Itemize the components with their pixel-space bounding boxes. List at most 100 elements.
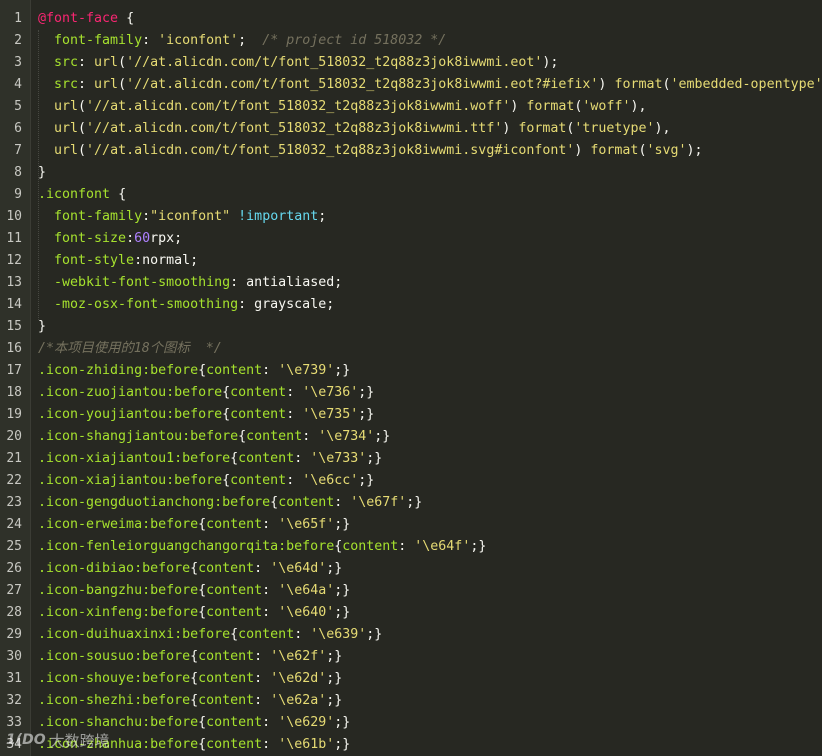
code-line[interactable]: 25 .icon-fenleiorguangchangorqita:before{… xyxy=(0,536,822,558)
code-line[interactable]: 30 .icon-sousuo:before{content: '\e62f';} xyxy=(0,646,822,668)
code-token: { xyxy=(238,429,247,444)
code-token: ;} xyxy=(334,517,351,532)
code-token: : xyxy=(126,231,135,246)
code-line[interactable]: 5 url('//at.alicdn.com/t/font_518032_t2q… xyxy=(0,96,822,118)
code-line[interactable]: 28 .icon-xinfeng:before{content: '\e640';… xyxy=(0,602,822,624)
code-token: ;} xyxy=(334,605,351,620)
code-line[interactable]: 16 /*本项目使用的18个图标 */ xyxy=(0,338,822,360)
line-number: 14 xyxy=(6,297,22,312)
code-line[interactable]: 10 font-family:"iconfont" !important; xyxy=(0,206,822,228)
code-token: : antialiased; xyxy=(230,275,343,290)
code-line[interactable]: 22 .icon-xiajiantou:before{content: '\e6c… xyxy=(0,470,822,492)
line-number: 22 xyxy=(6,473,22,488)
code-token: ;} xyxy=(470,539,487,554)
code-line[interactable]: 14 -moz-osx-font-smoothing: grayscale; xyxy=(0,294,822,316)
line-code: } xyxy=(38,316,46,338)
code-token: : xyxy=(286,385,303,400)
code-token: '\e62d' xyxy=(270,671,327,686)
code-line[interactable]: 12 font-style:normal; xyxy=(0,250,822,272)
watermark: 1(DO 大数跨境 xyxy=(6,728,110,752)
code-token: .icon-zuojiantou:before xyxy=(38,385,223,400)
code-token: content xyxy=(206,715,263,730)
code-token: { xyxy=(198,737,207,752)
code-line[interactable]: 3 src: url('//at.alicdn.com/t/font_51803… xyxy=(0,52,822,74)
code-line[interactable]: 31 .icon-shouye:before{content: '\e62d';} xyxy=(0,668,822,690)
code-token: : xyxy=(262,737,279,752)
code-line[interactable]: 24 .icon-erweima:before{content: '\e65f';… xyxy=(0,514,822,536)
line-number: 26 xyxy=(6,561,22,576)
line-number: 23 xyxy=(6,495,22,510)
code-token: ;} xyxy=(326,671,343,686)
code-token: '\e62a' xyxy=(270,693,327,708)
code-token: : xyxy=(262,517,279,532)
code-token: content xyxy=(230,385,287,400)
code-token: .icon-zhiding:before xyxy=(38,363,199,378)
code-token: content xyxy=(206,605,263,620)
code-token: : xyxy=(142,33,159,48)
code-line[interactable]: 20 .icon-shangjiantou:before{content: '\e… xyxy=(0,426,822,448)
code-token: content xyxy=(238,627,295,642)
line-code: .icon-duihuaxinxi:before{content: '\e639… xyxy=(38,624,382,646)
code-token: '\e639' xyxy=(310,627,367,642)
line-number: 15 xyxy=(6,319,22,334)
code-editor[interactable]: 1 @font-face {2 font-family: 'iconfont'; … xyxy=(0,0,822,756)
code-token: rpx; xyxy=(150,231,183,246)
code-line[interactable]: 23 .icon-gengduotianchong:before{content:… xyxy=(0,492,822,514)
line-code: src: url('//at.alicdn.com/t/font_518032_… xyxy=(38,52,558,74)
line-code: .icon-sousuo:before{content: '\e62f';} xyxy=(38,646,342,668)
code-token: { xyxy=(190,693,199,708)
code-line[interactable]: 21 .icon-xiajiantou1:before{content: '\e7… xyxy=(0,448,822,470)
line-number: 6 xyxy=(14,121,22,136)
code-line[interactable]: 15} xyxy=(0,316,822,338)
line-number: 9 xyxy=(14,187,22,202)
code-line[interactable]: 2 font-family: 'iconfont'; /* project id… xyxy=(0,30,822,52)
code-token: content xyxy=(206,517,263,532)
line-number: 18 xyxy=(6,385,22,400)
code-content[interactable]: 1 @font-face {2 font-family: 'iconfont'; … xyxy=(0,8,822,756)
code-line[interactable]: 4 src: url('//at.alicdn.com/t/font_51803… xyxy=(0,74,822,96)
code-line[interactable]: 9 .iconfont { xyxy=(0,184,822,206)
code-line[interactable]: 34 .icon-zhanhua:before{content: '\e61b';… xyxy=(0,734,822,756)
code-line[interactable]: 1 @font-face { xyxy=(0,8,822,30)
code-token: : xyxy=(142,209,151,224)
code-line[interactable]: 33 .icon-shanchu:before{content: '\e629';… xyxy=(0,712,822,734)
code-line[interactable]: 8} xyxy=(0,162,822,184)
code-token: content xyxy=(198,693,255,708)
code-line[interactable]: 27 .icon-bangzhu:before{content: '\e64a';… xyxy=(0,580,822,602)
code-token: ) xyxy=(510,99,527,114)
code-token: content xyxy=(206,583,263,598)
line-code: /*本项目使用的18个图标 */ xyxy=(38,338,222,360)
code-line[interactable]: 26 .icon-dibiao:before{content: '\e64d';} xyxy=(0,558,822,580)
code-token: 'embedded-opentype' xyxy=(670,77,822,92)
code-token: ;} xyxy=(366,451,383,466)
code-token: '\e67f' xyxy=(350,495,407,510)
line-code: url('//at.alicdn.com/t/font_518032_t2q88… xyxy=(38,96,646,118)
code-line[interactable]: 18 .icon-zuojiantou:before{content: '\e73… xyxy=(0,382,822,404)
code-token: content xyxy=(230,473,287,488)
code-token: { xyxy=(190,671,199,686)
code-token: { xyxy=(222,473,231,488)
code-token: ;} xyxy=(374,429,391,444)
code-token: .icon-sousuo:before xyxy=(38,649,191,664)
code-token: ;} xyxy=(334,583,351,598)
code-token: "iconfont" xyxy=(150,209,231,224)
code-line[interactable]: 13 -webkit-font-smoothing: antialiased; xyxy=(0,272,822,294)
code-token: '\e735' xyxy=(302,407,359,422)
code-token: .icon-xinfeng:before xyxy=(38,605,199,620)
code-line[interactable]: 19 .icon-youjiantou:before{content: '\e73… xyxy=(0,404,822,426)
code-token: : xyxy=(262,605,279,620)
code-token: '//at.alicdn.com/t/font_518032_t2q88z3jo… xyxy=(86,99,511,114)
code-line[interactable]: 7 url('//at.alicdn.com/t/font_518032_t2q… xyxy=(0,140,822,162)
line-code: .iconfont { xyxy=(38,184,126,206)
code-line[interactable]: 6 url('//at.alicdn.com/t/font_518032_t2q… xyxy=(0,118,822,140)
code-token: ;} xyxy=(326,693,343,708)
line-number: 30 xyxy=(6,649,22,664)
code-line[interactable]: 32 .icon-shezhi:before{content: '\e62a';} xyxy=(0,690,822,712)
code-line[interactable]: 29 .icon-duihuaxinxi:before{content: '\e6… xyxy=(0,624,822,646)
line-code: .icon-xinfeng:before{content: '\e640';} xyxy=(38,602,350,624)
code-token: { xyxy=(222,385,231,400)
line-number: 12 xyxy=(6,253,22,268)
code-line[interactable]: 17 .icon-zhiding:before{content: '\e739';… xyxy=(0,360,822,382)
code-line[interactable]: 11 font-size:60rpx; xyxy=(0,228,822,250)
line-code: -webkit-font-smoothing: antialiased; xyxy=(38,272,342,294)
